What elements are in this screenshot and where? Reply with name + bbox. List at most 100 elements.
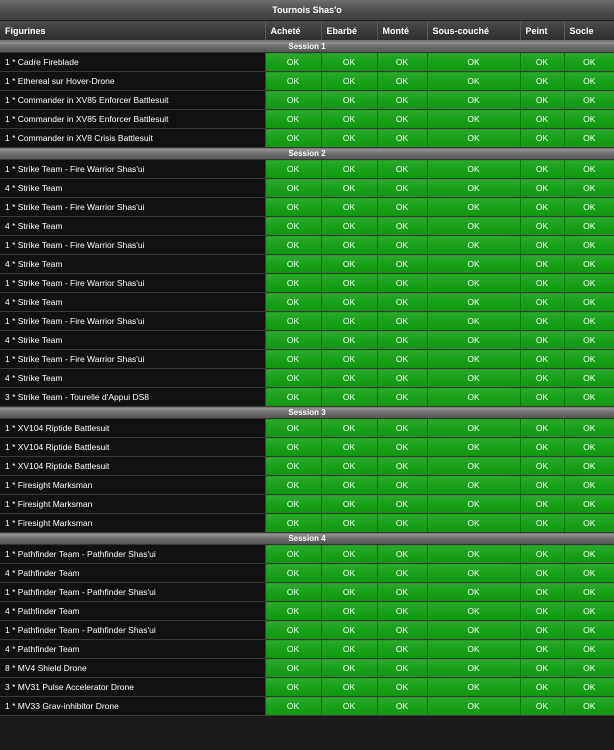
col-header-sous-couche: Sous-couché: [427, 21, 521, 41]
col-header-monte: Monté: [377, 21, 428, 41]
table-row: 1 * Strike Team - Fire Warrior Shas'ui OK…: [0, 159, 614, 179]
status-cell: OK: [426, 387, 521, 407]
status-cell: OK: [563, 601, 614, 621]
col-header-ebarbe: Ebarbé: [321, 21, 378, 41]
status-cell: OK: [264, 273, 322, 293]
figurine-name: 4 * Pathfinder Team: [0, 601, 266, 621]
status-cell: OK: [320, 216, 378, 236]
session-label: Session 4: [0, 532, 614, 545]
status-cell: OK: [264, 620, 322, 640]
status-cell: OK: [376, 178, 428, 198]
status-cell: OK: [264, 178, 322, 198]
status-cell: OK: [376, 71, 428, 91]
status-cell: OK: [563, 235, 614, 255]
status-cell: OK: [376, 563, 428, 583]
status-cell: OK: [563, 544, 614, 564]
col-header-socle: Socle: [564, 21, 614, 41]
status-cell: OK: [376, 311, 428, 331]
status-cell: OK: [376, 437, 428, 457]
status-cell: OK: [519, 90, 565, 110]
figurine-name: 4 * Strike Team: [0, 292, 266, 312]
figurine-name: 1 * XV104 Riptide Battlesuit: [0, 418, 266, 438]
status-cell: OK: [320, 494, 378, 514]
figurine-name: 1 * Pathfinder Team - Pathfinder Shas'ui: [0, 544, 266, 564]
figurine-name: 1 * Commander in XV85 Enforcer Battlesui…: [0, 90, 266, 110]
status-cell: OK: [563, 696, 614, 716]
status-cell: OK: [563, 197, 614, 217]
status-cell: OK: [563, 311, 614, 331]
status-cell: OK: [426, 197, 521, 217]
status-cell: OK: [264, 292, 322, 312]
status-cell: OK: [320, 311, 378, 331]
status-cell: OK: [264, 109, 322, 129]
status-cell: OK: [519, 620, 565, 640]
col-header-achete: Acheté: [265, 21, 322, 41]
status-cell: OK: [563, 368, 614, 388]
table-row: 1 * Commander in XV8 Crisis Battlesuit OK…: [0, 128, 614, 148]
status-cell: OK: [376, 475, 428, 495]
status-cell: OK: [376, 216, 428, 236]
progress-tracker: Tournois Shas'o Figurines Acheté Ebarbé …: [0, 0, 614, 716]
status-cell: OK: [563, 71, 614, 91]
status-cell: OK: [320, 677, 378, 697]
status-cell: OK: [320, 437, 378, 457]
table-row: 4 * Pathfinder Team OK OK OK OK OK OK: [0, 563, 614, 583]
status-cell: OK: [376, 292, 428, 312]
status-cell: OK: [426, 235, 521, 255]
status-cell: OK: [264, 456, 322, 476]
status-cell: OK: [426, 582, 521, 602]
status-cell: OK: [376, 52, 428, 72]
status-cell: OK: [320, 475, 378, 495]
status-cell: OK: [376, 418, 428, 438]
figurine-name: 4 * Pathfinder Team: [0, 563, 266, 583]
table-title: Tournois Shas'o: [0, 0, 614, 21]
status-cell: OK: [376, 696, 428, 716]
status-cell: OK: [426, 71, 521, 91]
figurine-name: 4 * Strike Team: [0, 330, 266, 350]
status-cell: OK: [264, 494, 322, 514]
status-cell: OK: [563, 90, 614, 110]
status-cell: OK: [264, 311, 322, 331]
table-row: 1 * Strike Team - Fire Warrior Shas'ui OK…: [0, 311, 614, 331]
status-cell: OK: [426, 494, 521, 514]
status-cell: OK: [264, 418, 322, 438]
figurine-name: 1 * Pathfinder Team - Pathfinder Shas'ui: [0, 582, 266, 602]
status-cell: OK: [376, 658, 428, 678]
status-cell: OK: [519, 109, 565, 129]
status-cell: OK: [320, 696, 378, 716]
status-cell: OK: [519, 235, 565, 255]
status-cell: OK: [519, 475, 565, 495]
status-cell: OK: [376, 90, 428, 110]
status-cell: OK: [320, 368, 378, 388]
status-cell: OK: [376, 197, 428, 217]
status-cell: OK: [264, 197, 322, 217]
status-cell: OK: [376, 620, 428, 640]
status-cell: OK: [519, 197, 565, 217]
status-cell: OK: [376, 513, 428, 533]
table-row: 1 * XV104 Riptide Battlesuit OK OK OK OK OK OK: [0, 418, 614, 438]
status-cell: OK: [519, 437, 565, 457]
status-cell: OK: [519, 216, 565, 236]
status-cell: OK: [519, 330, 565, 350]
status-cell: OK: [320, 513, 378, 533]
status-cell: OK: [426, 456, 521, 476]
status-cell: OK: [264, 71, 322, 91]
status-cell: OK: [519, 254, 565, 274]
status-cell: OK: [320, 387, 378, 407]
status-cell: OK: [264, 677, 322, 697]
status-cell: OK: [519, 658, 565, 678]
table-row: 1 * Firesight Marksman OK OK OK OK OK OK: [0, 475, 614, 495]
figurine-name: 1 * Strike Team - Fire Warrior Shas'ui: [0, 159, 266, 179]
status-cell: OK: [376, 387, 428, 407]
status-cell: OK: [563, 128, 614, 148]
status-cell: OK: [563, 292, 614, 312]
status-cell: OK: [320, 456, 378, 476]
session-header-row: Session 4: [0, 532, 614, 545]
status-cell: OK: [426, 159, 521, 179]
status-cell: OK: [563, 658, 614, 678]
status-cell: OK: [426, 563, 521, 583]
status-cell: OK: [519, 349, 565, 369]
table-row: 4 * Pathfinder Team OK OK OK OK OK OK: [0, 639, 614, 659]
status-cell: OK: [426, 349, 521, 369]
table-row: 3 * MV31 Pulse Accelerator Drone OK OK OK OK…: [0, 677, 614, 697]
